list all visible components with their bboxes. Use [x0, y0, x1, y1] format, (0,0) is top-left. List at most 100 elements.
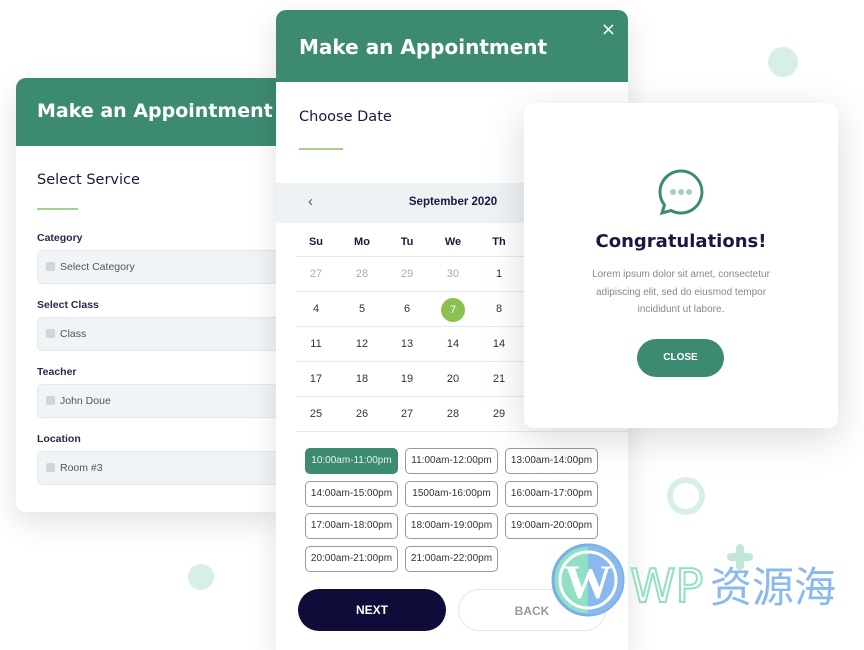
calendar-day[interactable]: 21: [479, 373, 519, 385]
decor-circle: [188, 564, 214, 590]
time-slot[interactable]: 17:00am-18:00pm: [305, 513, 398, 539]
calendar-day[interactable]: 7: [433, 298, 473, 322]
field-label: Location: [37, 433, 81, 445]
calendar-day[interactable]: 14: [433, 338, 473, 350]
time-slot[interactable]: 19:00am-20:00pm: [505, 513, 598, 539]
day-number: 20: [446, 373, 460, 385]
field-value: Select Category: [60, 261, 135, 273]
select-service-card: Make an Appointment Select Service Categ…: [16, 78, 278, 512]
day-number: 8: [495, 303, 503, 315]
field-value: Class: [60, 328, 87, 340]
field-label: Teacher: [37, 366, 77, 378]
congratulations-modal: Congratulations! Lorem ipsum dolor sit a…: [524, 103, 838, 428]
chat-bubble-icon: [658, 169, 704, 216]
calendar-day[interactable]: 17: [296, 373, 336, 385]
time-slot[interactable]: 13:00am-14:00pm: [505, 448, 598, 474]
calendar-day[interactable]: 8: [479, 303, 519, 315]
day-number: 4: [312, 303, 320, 315]
next-button[interactable]: NEXT: [298, 589, 446, 631]
time-slot[interactable]: 21:00am-22:00pm: [405, 545, 498, 572]
day-number: 21: [492, 373, 506, 385]
day-number: 25: [309, 408, 323, 420]
calendar-day[interactable]: 27: [296, 268, 336, 280]
calendar-day[interactable]: 28: [342, 268, 382, 280]
svg-text:W: W: [564, 556, 612, 609]
watermark-logo: W WP 资源海: [551, 543, 836, 617]
decor-circle: [768, 47, 798, 77]
time-slot[interactable]: 10:00am-11:00pm: [305, 448, 398, 474]
section-title: Choose Date: [299, 109, 392, 125]
calendar-month: September 2020: [408, 196, 498, 208]
day-number: 5: [358, 303, 366, 315]
field-value: Room #3: [60, 462, 103, 474]
field-label: Category: [37, 232, 83, 244]
section-title: Select Service: [37, 172, 140, 188]
divider: [299, 148, 343, 150]
day-number: 13: [400, 338, 414, 350]
day-number: 17: [309, 373, 323, 385]
modal-title: Congratulations!: [595, 231, 767, 252]
day-number: 30: [446, 268, 460, 280]
calendar-day[interactable]: 20: [433, 373, 473, 385]
day-number: 27: [309, 268, 323, 280]
time-slot[interactable]: 20:00am-21:00pm: [305, 545, 398, 572]
weekday-header: Su: [308, 236, 324, 248]
field-label: Select Class: [37, 299, 99, 311]
calendar-day[interactable]: 12: [342, 338, 382, 350]
close-button[interactable]: CLOSE: [637, 339, 724, 377]
time-slot[interactable]: 16:00am-17:00pm: [505, 480, 598, 507]
day-number: 19: [400, 373, 414, 385]
calendar-day[interactable]: 13: [387, 338, 427, 350]
day-number: 1: [495, 268, 503, 280]
calendar-day[interactable]: 27: [387, 408, 427, 420]
category-icon: [46, 262, 55, 271]
svg-text:WP: WP: [630, 559, 703, 613]
day-number: 18: [355, 373, 369, 385]
field-input[interactable]: John Doue: [37, 384, 278, 418]
day-number: 28: [446, 408, 460, 420]
weekday-header: We: [444, 236, 462, 248]
weekday-header: Mo: [354, 236, 370, 248]
time-slot[interactable]: 18:00am-19:00pm: [405, 513, 498, 539]
location-pin-icon: [46, 463, 55, 472]
calendar-day[interactable]: 25: [296, 408, 336, 420]
chevron-left-icon[interactable]: ‹: [308, 193, 313, 210]
calendar-day[interactable]: 5: [342, 303, 382, 315]
calendar-day[interactable]: 19: [387, 373, 427, 385]
calendar-day[interactable]: 4: [296, 303, 336, 315]
field-input[interactable]: Room #3: [37, 451, 278, 485]
calendar-day[interactable]: 28: [433, 408, 473, 420]
time-slot[interactable]: 1500am-16:00pm: [405, 480, 498, 507]
calendar-day[interactable]: 29: [479, 408, 519, 420]
time-slot[interactable]: 11:00am-12:00pm: [405, 448, 498, 474]
weekday-header: Th: [492, 236, 506, 248]
svg-text:资源海: 资源海: [710, 563, 836, 612]
day-number: 29: [492, 408, 506, 420]
calendar-day[interactable]: 6: [387, 303, 427, 315]
calendar-day[interactable]: 29: [387, 268, 427, 280]
day-number: 29: [400, 268, 414, 280]
calendar-day[interactable]: 11: [296, 338, 336, 350]
calendar-day[interactable]: 1: [479, 268, 519, 280]
field-input[interactable]: Select Category: [37, 250, 278, 284]
close-icon[interactable]: ×: [601, 19, 616, 40]
day-number: 28: [355, 268, 369, 280]
calendar-day[interactable]: 30: [433, 268, 473, 280]
time-slot[interactable]: 14:00am-15:00pm: [305, 480, 398, 507]
field-input[interactable]: Class: [37, 317, 278, 351]
day-number: 14: [446, 338, 460, 350]
calendar-day[interactable]: 14: [479, 338, 519, 350]
divider: [37, 208, 78, 210]
row-divider: [296, 431, 628, 432]
field-value: John Doue: [60, 395, 111, 407]
day-number: 12: [355, 338, 369, 350]
card-title: Make an Appointment: [16, 78, 278, 146]
class-icon: [46, 329, 55, 338]
user-icon: [46, 396, 55, 405]
weekday-header: Tu: [400, 236, 414, 248]
calendar-day[interactable]: 26: [342, 408, 382, 420]
day-number: 11: [310, 338, 322, 350]
day-number: 14: [492, 338, 506, 350]
calendar-day[interactable]: 18: [342, 373, 382, 385]
day-number: 6: [403, 303, 411, 315]
